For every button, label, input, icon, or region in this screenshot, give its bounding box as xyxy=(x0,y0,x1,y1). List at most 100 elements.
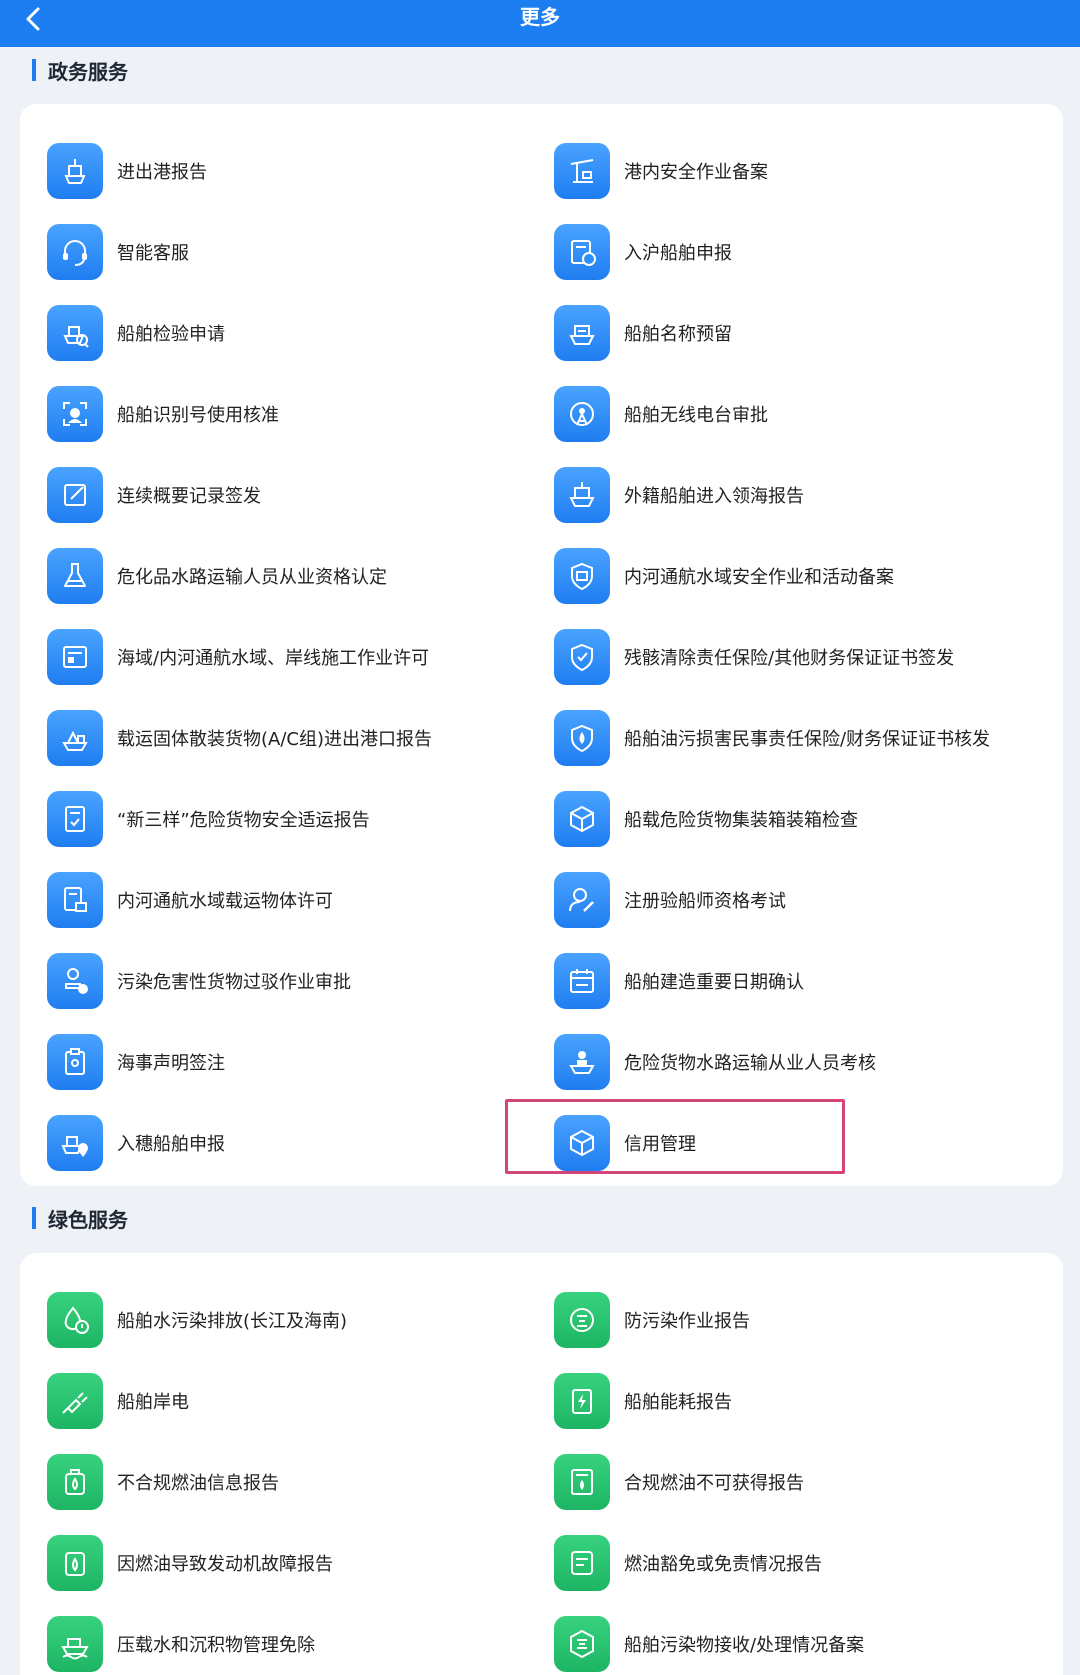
section-accent-bar xyxy=(32,59,36,81)
service-item[interactable]: 防污染作业报告 xyxy=(554,1279,1054,1360)
service-item-label: 船舶建造重要日期确认 xyxy=(624,971,804,993)
service-item-label: 内河通航水域安全作业和活动备案 xyxy=(624,566,894,588)
ship-search-icon xyxy=(47,304,103,361)
service-item-label: 燃油豁免或免责情况报告 xyxy=(624,1553,822,1575)
service-item-label: 船舶能耗报告 xyxy=(624,1391,732,1413)
notes-icon xyxy=(554,1534,610,1591)
service-item-label: 残骸清除责任保险/其他财务保证证书签发 xyxy=(624,647,955,669)
section-header-green: 绿色服务 xyxy=(32,1203,128,1233)
service-item-label: 船舶无线电台审批 xyxy=(624,404,768,426)
service-item[interactable]: 不合规燃油信息报告 xyxy=(47,1441,547,1522)
service-item[interactable]: 船舶能耗报告 xyxy=(554,1360,1054,1441)
shield-record-icon xyxy=(554,547,610,604)
clipboard-anchor-icon xyxy=(47,1033,103,1090)
service-item-label: 内河通航水域载运物体许可 xyxy=(117,890,333,912)
service-item-label: 船舶污染物接收/处理情况备案 xyxy=(624,1634,865,1656)
service-item-label: 污染危害性货物过驳作业审批 xyxy=(117,971,351,993)
service-item-label: 船舶岸电 xyxy=(117,1391,189,1413)
section-title: 政务服务 xyxy=(48,59,128,84)
service-item-label: 船载危险货物集装箱装箱检查 xyxy=(624,809,858,831)
radio-tower-icon xyxy=(554,385,610,442)
section-title: 绿色服务 xyxy=(48,1207,128,1232)
service-item-label: 危险货物水路运输从业人员考核 xyxy=(624,1052,876,1074)
ship-location-icon xyxy=(47,1114,103,1171)
service-item[interactable]: 残骸清除责任保险/其他财务保证证书签发 xyxy=(554,616,1054,697)
construction-permit-icon xyxy=(47,628,103,685)
section-header-gov: 政务服务 xyxy=(32,55,128,85)
service-item[interactable]: 内河通航水域载运物体许可 xyxy=(47,859,547,940)
service-item[interactable]: 智能客服 xyxy=(47,211,547,292)
water-pollution-icon xyxy=(47,1291,103,1348)
insurance-shield-icon xyxy=(554,628,610,685)
service-item-label: 不合规燃油信息报告 xyxy=(117,1472,279,1494)
pollution-circle-icon xyxy=(554,1291,610,1348)
service-item[interactable]: 载运固体散装货物(A/C组)进出港口报告 xyxy=(47,697,547,778)
service-item-label: 船舶油污损害民事责任保险/财务保证证书核发 xyxy=(624,728,991,750)
headset-icon xyxy=(47,223,103,280)
service-item[interactable]: 危险货物水路运输从业人员考核 xyxy=(554,1021,1054,1102)
service-item[interactable]: 压载水和沉积物管理免除 xyxy=(47,1603,547,1675)
service-item[interactable]: 海事声明签注 xyxy=(47,1021,547,1102)
service-item[interactable]: 船舶水污染排放(长江及海南) xyxy=(47,1279,547,1360)
service-item-label: “新三样”危险货物安全适运报告 xyxy=(117,809,370,831)
oil-insurance-icon xyxy=(554,709,610,766)
service-item-label: 外籍船舶进入领海报告 xyxy=(624,485,804,507)
edit-icon xyxy=(47,466,103,523)
service-item[interactable]: 进出港报告 xyxy=(47,130,547,211)
service-item-label: 危化品水路运输人员从业资格认定 xyxy=(117,566,387,588)
service-item-label: 船舶识别号使用核准 xyxy=(117,404,279,426)
service-item[interactable]: 外籍船舶进入领海报告 xyxy=(554,454,1054,535)
service-item[interactable]: 合规燃油不可获得报告 xyxy=(554,1441,1054,1522)
service-item[interactable]: 船舶识别号使用核准 xyxy=(47,373,547,454)
service-item-label: 船舶名称预留 xyxy=(624,323,732,345)
service-item[interactable]: 港内安全作业备案 xyxy=(554,130,1054,211)
service-item[interactable]: 海域/内河通航水域、岸线施工作业许可 xyxy=(47,616,547,697)
service-item-label: 合规燃油不可获得报告 xyxy=(624,1472,804,1494)
service-item-label: 入穗船舶申报 xyxy=(117,1133,225,1155)
plug-icon xyxy=(47,1372,103,1429)
service-item[interactable]: 船舶名称预留 xyxy=(554,292,1054,373)
service-item[interactable]: “新三样”危险货物安全适运报告 xyxy=(47,778,547,859)
service-item[interactable]: 注册验船师资格考试 xyxy=(554,859,1054,940)
service-item-label: 连续概要记录签发 xyxy=(117,485,261,507)
service-item[interactable]: 入沪船舶申报 xyxy=(554,211,1054,292)
service-item[interactable]: 内河通航水域安全作业和活动备案 xyxy=(554,535,1054,616)
service-item-label: 海域/内河通航水域、岸线施工作业许可 xyxy=(117,647,430,669)
flask-icon xyxy=(47,547,103,604)
service-item[interactable]: 船舶污染物接收/处理情况备案 xyxy=(554,1603,1054,1675)
service-item-label: 入沪船舶申报 xyxy=(624,242,732,264)
scan-id-icon xyxy=(47,385,103,442)
user-edit-icon xyxy=(554,871,610,928)
fuel-doc-icon xyxy=(554,1453,610,1510)
cargo-permit-icon xyxy=(47,871,103,928)
service-item[interactable]: 连续概要记录签发 xyxy=(47,454,547,535)
top-bar: 更多 xyxy=(0,0,1080,47)
service-item[interactable]: 入穗船舶申报 xyxy=(47,1102,547,1183)
service-item-label: 海事声明签注 xyxy=(117,1052,225,1074)
service-item[interactable]: 船舶无线电台审批 xyxy=(554,373,1054,454)
bulk-cargo-icon xyxy=(47,709,103,766)
service-item-label: 船舶水污染排放(长江及海南) xyxy=(117,1310,348,1332)
service-item[interactable]: 危化品水路运输人员从业资格认定 xyxy=(47,535,547,616)
service-item-label: 进出港报告 xyxy=(117,161,207,183)
stamp-check-icon xyxy=(47,952,103,1009)
ship-icon xyxy=(47,142,103,199)
service-item[interactable]: 船舶检验申请 xyxy=(47,292,547,373)
ship-name-icon xyxy=(554,304,610,361)
document-stamp-icon xyxy=(554,223,610,280)
crew-ship-icon xyxy=(554,1033,610,1090)
service-item-label: 载运固体散装货物(A/C组)进出港口报告 xyxy=(117,728,432,750)
fuel-can-icon xyxy=(47,1453,103,1510)
service-item[interactable]: 船舶岸电 xyxy=(47,1360,547,1441)
service-item[interactable]: 船舶油污损害民事责任保险/财务保证证书核发 xyxy=(554,697,1054,778)
service-item[interactable]: 船舶建造重要日期确认 xyxy=(554,940,1054,1021)
service-item[interactable]: 污染危害性货物过驳作业审批 xyxy=(47,940,547,1021)
service-item-label: 注册验船师资格考试 xyxy=(624,890,786,912)
crane-icon xyxy=(554,142,610,199)
safety-report-icon xyxy=(47,790,103,847)
service-item[interactable]: 燃油豁免或免责情况报告 xyxy=(554,1522,1054,1603)
service-item-label: 港内安全作业备案 xyxy=(624,161,768,183)
service-item-label: 因燃油导致发动机故障报告 xyxy=(117,1553,333,1575)
service-item[interactable]: 因燃油导致发动机故障报告 xyxy=(47,1522,547,1603)
service-item[interactable]: 船载危险货物集装箱装箱检查 xyxy=(554,778,1054,859)
